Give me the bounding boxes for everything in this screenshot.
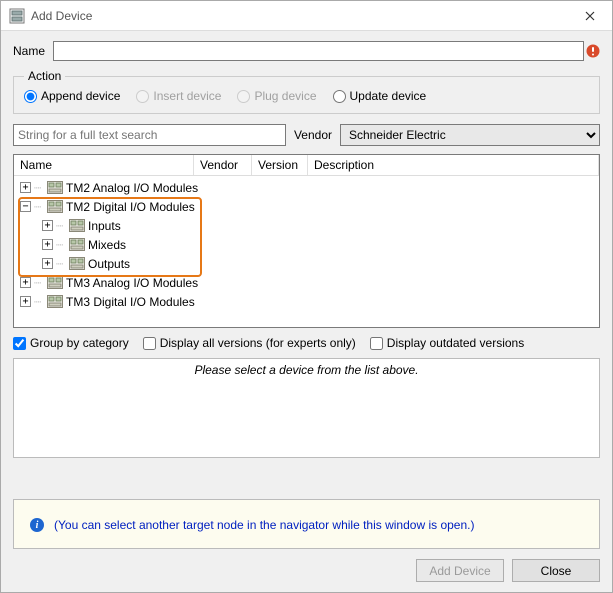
module-icon	[47, 295, 63, 308]
expand-icon[interactable]: +	[20, 277, 31, 288]
expand-icon[interactable]: +	[42, 239, 53, 250]
tree-row[interactable]: +┈Mixeds	[18, 235, 599, 254]
app-icon	[9, 8, 25, 24]
add-device-button: Add Device	[416, 559, 504, 582]
checkbox-display-outdated[interactable]: Display outdated versions	[370, 336, 524, 350]
col-name[interactable]: Name	[14, 155, 194, 175]
col-version[interactable]: Version	[252, 155, 308, 175]
window-title: Add Device	[31, 9, 567, 23]
module-icon	[69, 219, 85, 232]
module-icon	[47, 181, 63, 194]
tree-row-label: TM3 Digital I/O Modules	[66, 295, 195, 309]
info-icon: i	[30, 518, 44, 532]
radio-plug-input	[237, 90, 250, 103]
expand-icon[interactable]: +	[42, 258, 53, 269]
add-device-dialog: Add Device Name Action	[0, 0, 613, 593]
tree-row-label: TM3 Analog I/O Modules	[66, 276, 198, 290]
radio-append-input[interactable]	[24, 90, 37, 103]
hint-panel: i (You can select another target node in…	[13, 499, 600, 549]
module-icon	[47, 276, 63, 289]
checkbox-group-by-category[interactable]: Group by category	[13, 336, 129, 350]
radio-update-input[interactable]	[333, 90, 346, 103]
col-desc[interactable]: Description	[308, 155, 599, 175]
radio-insert: Insert device	[136, 89, 221, 103]
expand-icon[interactable]: +	[42, 220, 53, 231]
tree-row-label: Mixeds	[88, 238, 126, 252]
info-text: Please select a device from the list abo…	[194, 363, 418, 377]
tree-row[interactable]: +┈TM3 Analog I/O Modules	[18, 273, 599, 292]
checkbox-allver-input[interactable]	[143, 337, 156, 350]
expand-icon[interactable]: +	[20, 182, 31, 193]
tree-row-label: Outputs	[88, 257, 130, 271]
tree-row[interactable]: +┈Outputs	[18, 254, 599, 273]
error-icon	[586, 44, 600, 58]
hint-text: (You can select another target node in t…	[54, 518, 474, 532]
module-icon	[47, 200, 63, 213]
radio-plug: Plug device	[237, 89, 316, 103]
radio-append[interactable]: Append device	[24, 89, 120, 103]
window-close-button[interactable]	[567, 1, 612, 31]
vendor-select[interactable]: Schneider Electric	[340, 124, 600, 146]
tree-row[interactable]: +┈TM2 Analog I/O Modules	[18, 178, 599, 197]
tree-row-label: Inputs	[88, 219, 121, 233]
device-tree[interactable]: Name Vendor Version Description +┈TM2 An…	[13, 154, 600, 328]
checkbox-display-all-versions[interactable]: Display all versions (for experts only)	[143, 336, 356, 350]
close-button[interactable]: Close	[512, 559, 600, 582]
info-panel: Please select a device from the list abo…	[13, 358, 600, 458]
tree-row[interactable]: +┈Inputs	[18, 216, 599, 235]
checkbox-group-input[interactable]	[13, 337, 26, 350]
tree-row[interactable]: −┈TM2 Digital I/O Modules	[18, 197, 599, 216]
radio-update[interactable]: Update device	[333, 89, 427, 103]
collapse-icon[interactable]: −	[20, 201, 31, 212]
module-icon	[69, 257, 85, 270]
search-input[interactable]	[13, 124, 286, 146]
action-group: Action Append device Insert device Plug …	[13, 69, 600, 114]
tree-row-label: TM2 Analog I/O Modules	[66, 181, 198, 195]
action-legend: Action	[24, 69, 65, 83]
radio-insert-input	[136, 90, 149, 103]
titlebar: Add Device	[1, 1, 612, 31]
module-icon	[69, 238, 85, 251]
tree-row-label: TM2 Digital I/O Modules	[66, 200, 195, 214]
checkbox-outdated-input[interactable]	[370, 337, 383, 350]
name-input[interactable]	[53, 41, 584, 61]
tree-header: Name Vendor Version Description	[14, 155, 599, 176]
tree-row[interactable]: +┈TM3 Digital I/O Modules	[18, 292, 599, 311]
name-label: Name	[13, 44, 45, 58]
vendor-label: Vendor	[294, 128, 332, 142]
col-vendor[interactable]: Vendor	[194, 155, 252, 175]
expand-icon[interactable]: +	[20, 296, 31, 307]
